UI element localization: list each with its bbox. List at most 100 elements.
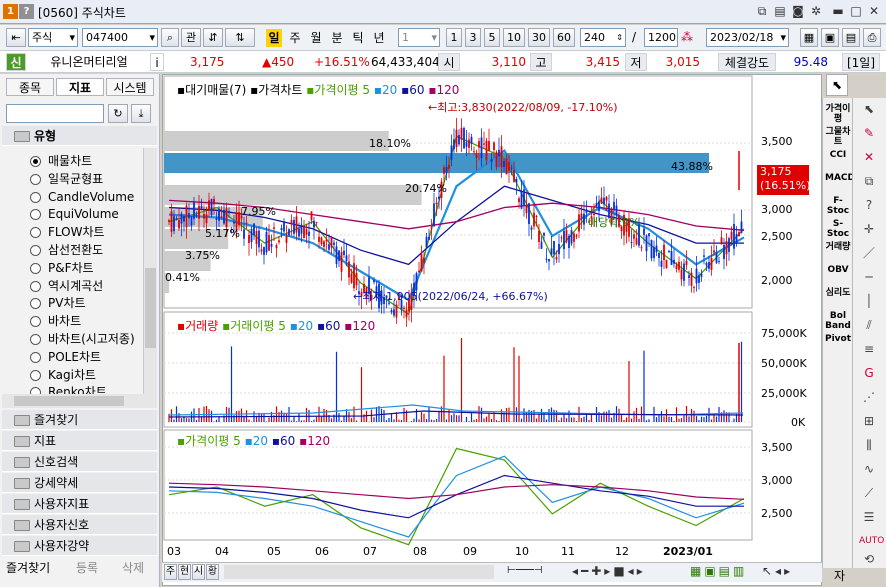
zoom-slider[interactable]: ⊢───⊣ [507, 565, 567, 579]
download-button[interactable]: ⤓ [131, 104, 151, 123]
chart-type-option[interactable]: 매물차트 [30, 152, 92, 170]
indicator-button[interactable]: 그물차트 [825, 127, 851, 147]
folder-3[interactable]: 강세약세 [2, 473, 157, 493]
cursor-tool[interactable]: ⬉ [826, 74, 848, 96]
chart-type-option[interactable]: 삼선전환도 [30, 241, 103, 259]
maximize-button[interactable]: □ [848, 3, 864, 19]
indicator-button[interactable]: CCI [825, 150, 851, 160]
radio-icon[interactable] [30, 227, 41, 239]
bottom-tab-market[interactable]: 시 [192, 564, 205, 580]
calculator-icon[interactable]: ▦ [800, 28, 818, 47]
quick-interval-3[interactable]: 3 [465, 28, 481, 47]
indicator-button[interactable]: 가격이평 [825, 104, 851, 124]
search-button[interactable]: ⌕ [161, 28, 179, 47]
radio-icon[interactable] [30, 369, 41, 381]
settings-icon[interactable]: ✲ [808, 3, 824, 19]
chart-area[interactable]: ▪대기매물(7) ▪가격차트 ▪가격이평 5 ▪20 ▪60 ▪120 ▪거래량… [162, 74, 822, 586]
horizontal-line-icon[interactable]: ─ [859, 268, 879, 286]
stock-code-input[interactable]: 047400 ▾ [82, 28, 158, 47]
bottom-tab-week[interactable]: 주 [164, 564, 177, 580]
gann-icon[interactable]: G [859, 364, 879, 382]
export-icons[interactable]: ▦▣▤▥ [690, 564, 747, 578]
radio-icon[interactable] [30, 156, 41, 167]
refresh-button[interactable]: ↻ [108, 104, 128, 123]
eraser-icon[interactable]: ✎ [859, 124, 879, 142]
bottom-tab-current[interactable]: 현 [178, 564, 191, 580]
period-tick[interactable]: 틱 [350, 29, 366, 47]
folder-4[interactable]: 사용자지표 [2, 494, 157, 514]
radio-icon[interactable] [30, 351, 41, 363]
delete-button[interactable]: 삭제 [122, 559, 144, 576]
nav-arrows[interactable]: ⇤ [6, 28, 26, 47]
fibonacci-icon[interactable]: ≡ [859, 340, 879, 358]
grid-icon[interactable]: ⊞ [859, 412, 879, 430]
folder-6[interactable]: 사용자강약 [2, 536, 157, 556]
chart-type-option[interactable]: PV차트 [30, 294, 86, 312]
quick-interval-5[interactable]: 5 [484, 28, 500, 47]
folder-0[interactable]: 즐겨찾기 [2, 410, 157, 430]
indicator-button[interactable]: OBV [825, 265, 851, 275]
folder-1[interactable]: 지표 [2, 431, 157, 451]
group-header[interactable]: 유형 [2, 126, 157, 146]
chart-type-option[interactable]: 바차트(시고저종) [30, 330, 135, 348]
quick-interval-30[interactable]: 30 [528, 28, 550, 47]
level-icon[interactable]: ☰ [859, 508, 879, 526]
indicator-button[interactable]: 거래량 [825, 242, 851, 252]
chart-type-option[interactable]: P&F차트 [30, 259, 94, 277]
period-month[interactable]: 월 [308, 29, 324, 47]
quick-interval-1[interactable]: 1 [446, 28, 462, 47]
sync-button[interactable]: ⇵ [203, 28, 223, 47]
vertical-line-icon[interactable]: │ [859, 292, 879, 310]
date-input[interactable]: 2023/02/18 ▾ [706, 28, 789, 47]
folder-2[interactable]: 신호검색 [2, 452, 157, 472]
crosshair-icon[interactable]: ✛ [859, 220, 879, 238]
indicator-search-input[interactable] [6, 104, 104, 123]
radio-icon[interactable] [30, 191, 41, 203]
radio-icon[interactable] [30, 298, 41, 310]
memo-icon[interactable]: ▤ [772, 3, 788, 19]
nav-end-icons[interactable]: ↖◂▸ [762, 564, 793, 578]
quick-interval-10[interactable]: 10 [503, 28, 525, 47]
tab-system[interactable]: 시스템 [106, 78, 154, 96]
quick-interval-60[interactable]: 60 [553, 28, 575, 47]
radio-icon[interactable] [30, 316, 41, 328]
channel-icon[interactable]: ⫽ [859, 316, 879, 334]
chart-type-option[interactable]: Kagi차트 [30, 366, 96, 384]
help-icon[interactable]: ? [19, 4, 34, 19]
indicator-button[interactable]: Pivot [825, 334, 851, 344]
print-icon[interactable]: ⎙ [863, 28, 881, 47]
delete-all-icon[interactable]: ✕ [859, 148, 879, 166]
pointer-icon[interactable]: ⬉ [859, 100, 879, 118]
radio-icon[interactable] [30, 334, 41, 345]
register-button[interactable]: 등록 [76, 559, 98, 576]
screen-icon[interactable]: ▣ [821, 28, 839, 47]
chart-scrollbar[interactable] [224, 565, 494, 579]
window-icon[interactable]: 1 [3, 4, 18, 19]
minimize-button[interactable]: ▬ [830, 3, 846, 19]
fan-icon[interactable]: ⋰ [859, 388, 879, 406]
bottom-tab-status[interactable]: 황 [206, 564, 219, 580]
pitchfork-icon[interactable]: ⫼ [859, 436, 879, 454]
scrollbar-thumb[interactable] [14, 396, 124, 406]
spin-button[interactable]: ⇅ [225, 28, 255, 47]
period-minute[interactable]: 분 [329, 29, 345, 47]
period-day[interactable]: 일 [266, 29, 282, 47]
close-button[interactable]: ✕ [866, 3, 882, 19]
radio-icon[interactable] [30, 262, 41, 274]
horizontal-scrollbar[interactable] [2, 394, 157, 408]
display-count-input[interactable]: 240 ⇕ [580, 28, 626, 47]
radio-icon[interactable] [30, 209, 41, 221]
chart-settings-icon[interactable]: ▤ [842, 28, 860, 47]
folder-5[interactable]: 사용자신호 [2, 515, 157, 535]
indicator-button[interactable]: S-Stoc [825, 219, 851, 239]
chart-type-option[interactable]: 바차트 [30, 312, 81, 330]
chart-type-option[interactable]: EquiVolume [30, 205, 119, 223]
tab-indicators[interactable]: 지표 [56, 78, 104, 96]
info-icon[interactable]: i [150, 53, 164, 71]
link-button[interactable]: 관 [181, 28, 201, 47]
trend-icon[interactable]: ⟋ [859, 484, 879, 502]
chart-type-option[interactable]: POLE차트 [30, 348, 101, 366]
list-scrollbar[interactable] [143, 148, 157, 398]
indicator-button[interactable]: Bol Band [825, 311, 851, 331]
camera-icon[interactable]: ◙ [790, 3, 806, 19]
